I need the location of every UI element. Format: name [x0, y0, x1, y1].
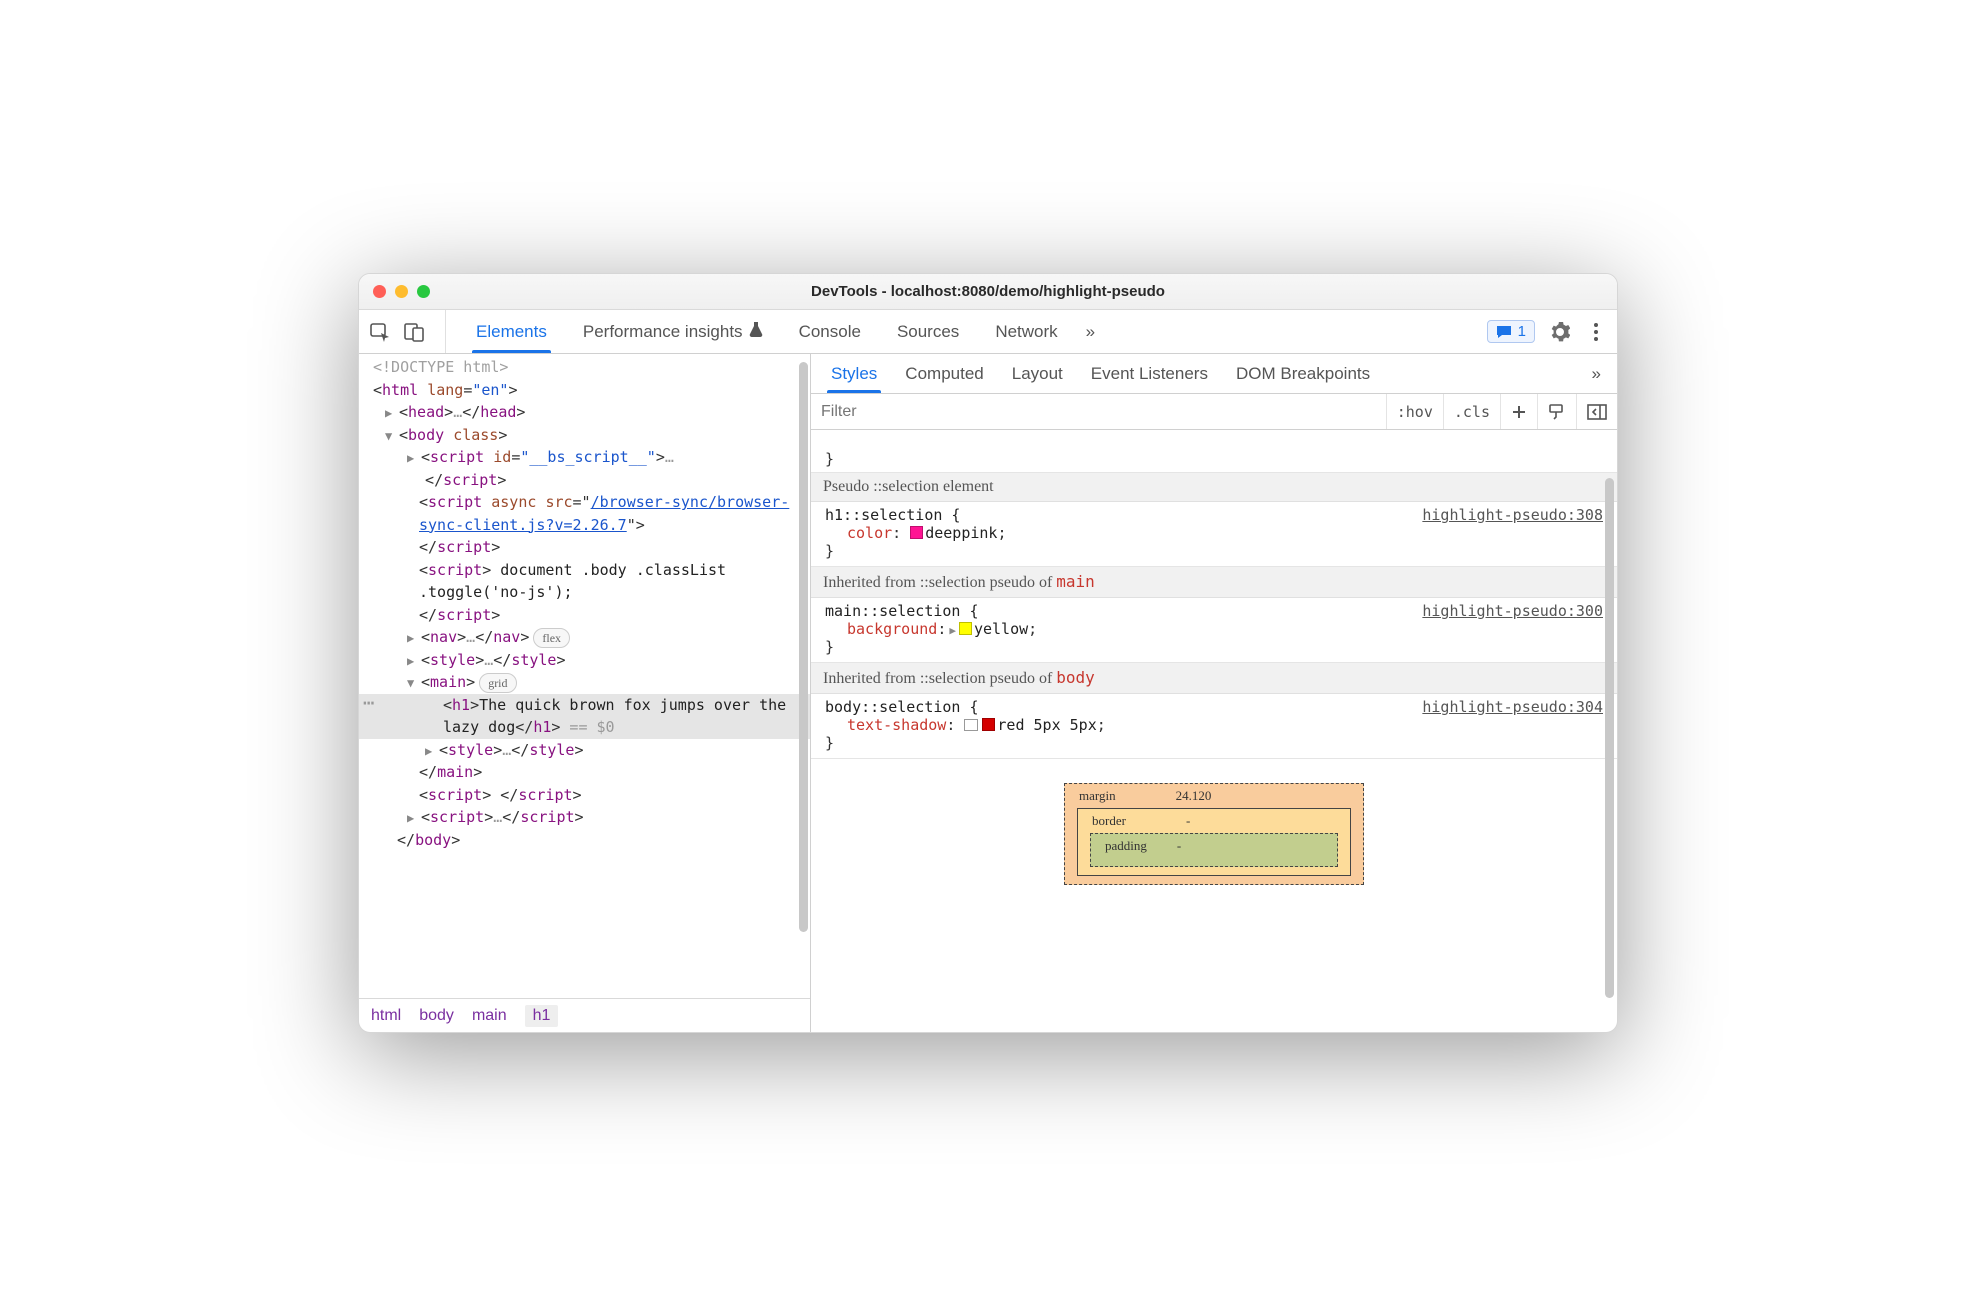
tab-dom-breakpoints[interactable]: DOM Breakpoints [1222, 354, 1384, 393]
script-async-node[interactable]: <script async src="/browser-sync/browser… [367, 491, 810, 559]
expand-arrow-icon[interactable]: ▶ [407, 652, 419, 670]
tab-network[interactable]: Network [977, 310, 1075, 353]
breadcrumb-item[interactable]: body [419, 1007, 454, 1025]
zoom-window-button[interactable] [417, 285, 430, 298]
tab-layout[interactable]: Layout [998, 354, 1077, 393]
main-open-tag[interactable]: ▼<main>grid [367, 671, 810, 694]
box-model[interactable]: margin24.120 border- padding- [811, 759, 1617, 885]
tab-event-listeners[interactable]: Event Listeners [1077, 354, 1222, 393]
collapse-arrow-icon[interactable]: ▼ [407, 674, 419, 692]
breadcrumb-item-selected[interactable]: h1 [525, 1005, 559, 1027]
styles-section-header: Inherited from ::selection pseudo of mai… [811, 567, 1617, 598]
inspect-element-icon[interactable] [369, 321, 391, 343]
scrollbar-thumb[interactable] [799, 362, 808, 932]
script-bs-node[interactable]: ▶<script id="__bs_script__">… </script> [367, 446, 810, 491]
close-window-button[interactable] [373, 285, 386, 298]
elements-panel: <!DOCTYPE html> <html lang="en"> ▶<head>… [359, 354, 811, 1032]
new-style-rule-icon[interactable] [1500, 394, 1537, 429]
truncated-rule[interactable]: } [811, 430, 1617, 473]
expand-arrow-icon[interactable]: ▶ [407, 449, 419, 467]
paint-brush-icon[interactable] [1537, 394, 1576, 429]
styles-tabs: Styles Computed Layout Event Listeners D… [811, 354, 1617, 394]
style-node[interactable]: ▶<style>…</style> [367, 649, 810, 672]
minimize-window-button[interactable] [395, 285, 408, 298]
style-rule[interactable]: highlight-pseudo:300 main::selection { b… [811, 598, 1617, 663]
scrollbar-thumb[interactable] [1605, 478, 1614, 998]
titlebar: DevTools - localhost:8080/demo/highlight… [359, 274, 1617, 310]
main-close-tag[interactable]: </main> [367, 761, 810, 784]
more-actions-icon[interactable]: ⋯ [359, 694, 379, 713]
color-swatch-icon[interactable] [982, 718, 995, 731]
styles-panel: Styles Computed Layout Event Listeners D… [811, 354, 1617, 1032]
breadcrumb-item[interactable]: main [472, 1007, 507, 1025]
styles-filter-bar: :hov .cls [811, 394, 1617, 430]
flex-badge[interactable]: flex [533, 628, 570, 648]
tab-sources[interactable]: Sources [879, 310, 977, 353]
expand-arrow-icon[interactable]: ▶ [949, 624, 956, 637]
empty-script-node[interactable]: <script> </script> [367, 784, 810, 807]
nav-node[interactable]: ▶<nav>…</nav>flex [367, 626, 810, 649]
body-open-tag[interactable]: ▼<body class> [367, 424, 810, 447]
expand-arrow-icon[interactable]: ▶ [407, 629, 419, 647]
tab-elements[interactable]: Elements [458, 310, 565, 353]
styles-section-header: Inherited from ::selection pseudo of bod… [811, 663, 1617, 694]
message-icon [1496, 325, 1512, 339]
tab-styles[interactable]: Styles [817, 354, 891, 393]
style-rule[interactable]: highlight-pseudo:304 body::selection { t… [811, 694, 1617, 759]
styles-filter-input[interactable] [811, 394, 1386, 429]
settings-icon[interactable] [1549, 321, 1571, 343]
dom-tree[interactable]: <!DOCTYPE html> <html lang="en"> ▶<head>… [359, 354, 810, 998]
collapse-arrow-icon[interactable]: ▼ [385, 427, 397, 445]
shadow-editor-icon[interactable] [964, 719, 978, 731]
html-open-tag[interactable]: <html lang="en"> [367, 379, 810, 402]
rule-source-link[interactable]: highlight-pseudo:308 [1422, 506, 1603, 524]
kebab-menu-icon[interactable] [1585, 321, 1607, 343]
devtools-window: DevTools - localhost:8080/demo/highlight… [358, 273, 1618, 1033]
main-split: <!DOCTYPE html> <html lang="en"> ▶<head>… [359, 354, 1617, 1032]
toggle-hov-button[interactable]: :hov [1386, 394, 1443, 429]
toggle-cls-button[interactable]: .cls [1443, 394, 1500, 429]
breadcrumb: html body main h1 [359, 998, 810, 1032]
doctype-line[interactable]: <!DOCTYPE html> [367, 356, 810, 379]
experiment-icon [749, 321, 763, 342]
styles-tabs-overflow[interactable]: » [1578, 354, 1617, 393]
issues-badge[interactable]: 1 [1487, 320, 1535, 343]
rule-source-link[interactable]: highlight-pseudo:300 [1422, 602, 1603, 620]
traffic-lights [373, 285, 430, 298]
script-inline-node[interactable]: <script> document .body .classList .togg… [367, 559, 810, 627]
grid-badge[interactable]: grid [479, 673, 516, 693]
window-title: DevTools - localhost:8080/demo/highlight… [359, 283, 1617, 300]
issues-count: 1 [1518, 323, 1526, 340]
device-toggle-icon[interactable] [403, 321, 425, 343]
expand-arrow-icon[interactable]: ▶ [425, 742, 437, 760]
color-swatch-icon[interactable] [959, 622, 972, 635]
color-swatch-icon[interactable] [910, 526, 923, 539]
tab-console[interactable]: Console [781, 310, 879, 353]
expand-arrow-icon[interactable]: ▶ [407, 809, 419, 827]
style-node-2[interactable]: ▶<style>…</style> [367, 739, 810, 762]
rule-source-link[interactable]: highlight-pseudo:304 [1422, 698, 1603, 716]
computed-sidebar-toggle-icon[interactable] [1576, 394, 1617, 429]
main-toolbar: Elements Performance insights Console So… [359, 310, 1617, 354]
breadcrumb-item[interactable]: html [371, 1007, 401, 1025]
head-node[interactable]: ▶<head>…</head> [367, 401, 810, 424]
panel-tabs: Elements Performance insights Console So… [458, 310, 1487, 353]
styles-section-header: Pseudo ::selection element [811, 473, 1617, 502]
selected-dom-node[interactable]: ⋯ <h1>The quick brown fox jumps over the… [359, 694, 810, 739]
tab-computed[interactable]: Computed [891, 354, 997, 393]
style-rule[interactable]: highlight-pseudo:308 h1::selection { col… [811, 502, 1617, 567]
tab-performance-insights[interactable]: Performance insights [565, 310, 781, 353]
expand-arrow-icon[interactable]: ▶ [385, 404, 397, 422]
body-close-tag[interactable]: </body> [367, 829, 810, 852]
script-node-2[interactable]: ▶<script>…</script> [367, 806, 810, 829]
tabs-overflow[interactable]: » [1076, 310, 1105, 353]
styles-content[interactable]: } Pseudo ::selection element highlight-p… [811, 430, 1617, 1032]
